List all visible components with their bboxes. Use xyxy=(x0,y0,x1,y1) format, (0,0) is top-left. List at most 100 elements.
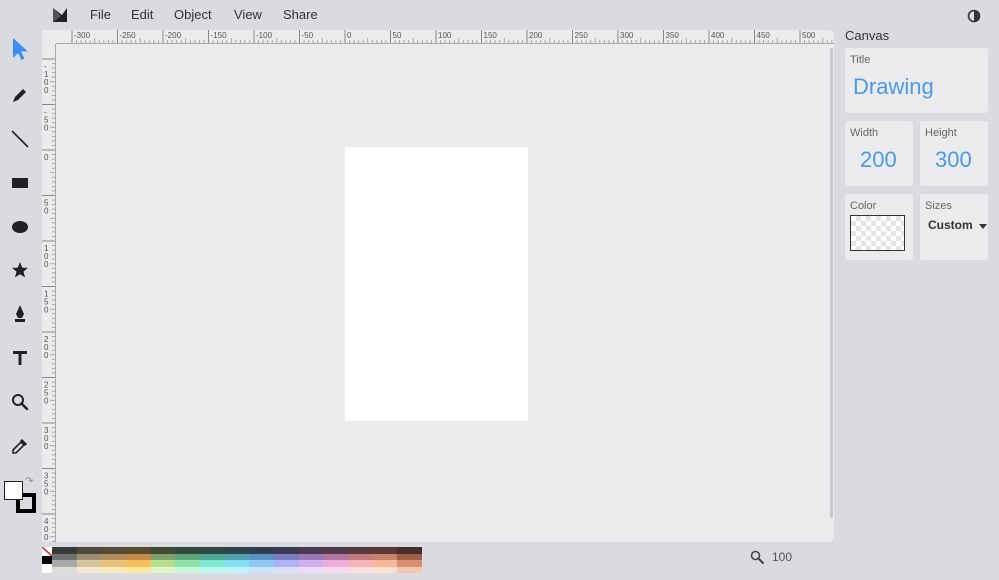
palette-swatch[interactable] xyxy=(298,566,324,573)
ellipse-icon xyxy=(12,221,28,233)
palette-swatch[interactable] xyxy=(372,566,398,573)
palette-column xyxy=(200,547,225,573)
color-card: Color xyxy=(845,194,913,260)
palette-column xyxy=(274,547,299,573)
eyedropper-tool[interactable] xyxy=(9,435,31,457)
color-palette xyxy=(42,547,423,573)
menu-share[interactable]: Share xyxy=(283,7,318,22)
ruler-x-label: -150 xyxy=(211,31,228,40)
ruler-x-label: 250 xyxy=(575,31,589,40)
palette-swatch[interactable] xyxy=(150,566,176,573)
cursor-arrow-icon xyxy=(13,38,28,60)
canvas-color-swatch[interactable] xyxy=(850,215,905,251)
zoom-tool[interactable] xyxy=(9,391,31,413)
ruler-x-label: 200 xyxy=(529,31,543,40)
palette-column xyxy=(150,547,176,573)
ruler-x-label: 350 xyxy=(666,31,680,40)
palette-swatch[interactable] xyxy=(348,566,373,573)
zoom-icon xyxy=(750,550,764,564)
palette-column xyxy=(52,547,77,573)
ruler-x-label: -200 xyxy=(165,31,182,40)
title-input[interactable]: Drawing xyxy=(853,74,934,100)
palette-swatches xyxy=(52,547,423,573)
ruler-y-label: 150 xyxy=(44,290,49,315)
rectangle-icon xyxy=(12,178,28,188)
app-logo-icon[interactable] xyxy=(52,7,68,23)
palette-swatch[interactable] xyxy=(76,566,102,573)
ruler-corner xyxy=(42,30,56,44)
pencil-icon xyxy=(13,89,26,102)
menu-edit[interactable]: Edit xyxy=(131,7,153,22)
ruler-x-label: 300 xyxy=(620,31,634,40)
ruler-y-label: 250 xyxy=(44,381,49,406)
width-card[interactable]: Width 200 xyxy=(845,121,913,186)
palette-swatch[interactable] xyxy=(249,566,275,573)
ruler-y-label: 0 xyxy=(44,153,49,162)
width-label: Width xyxy=(850,127,879,139)
ruler-x-label: 50 xyxy=(393,31,402,40)
ruler-y-label: -1 0 0 xyxy=(44,62,49,95)
vertical-scrollbar[interactable] xyxy=(830,48,833,518)
title-label: Title xyxy=(850,54,871,66)
title-card[interactable]: Title Drawing xyxy=(845,48,988,113)
contrast-icon[interactable] xyxy=(967,9,981,23)
chevron-down-icon xyxy=(978,223,987,229)
ruler-x-label: 450 xyxy=(757,31,771,40)
width-input[interactable]: 200 xyxy=(860,147,897,173)
sizes-value: Custom xyxy=(928,218,973,232)
palette-swatch[interactable] xyxy=(175,566,201,573)
zoom-value[interactable]: 100 xyxy=(772,550,792,564)
height-label: Height xyxy=(925,127,957,139)
palette-column xyxy=(224,547,250,573)
menu-view[interactable]: View xyxy=(234,7,262,22)
menu-object[interactable]: Object xyxy=(174,7,212,22)
drawing-workarea[interactable]: -300 -250 -200 -150 -100 -50 0 50 100 150 200 250 30… xyxy=(42,30,834,542)
line-tool[interactable] xyxy=(9,128,31,150)
palette-column xyxy=(298,547,324,573)
height-card[interactable]: Height 300 xyxy=(920,121,988,186)
palette-swatch[interactable] xyxy=(224,566,250,573)
palette-swatch[interactable] xyxy=(274,566,299,573)
star-tool[interactable] xyxy=(9,259,31,281)
ruler-x-label: -100 xyxy=(256,31,273,40)
eyedropper-icon xyxy=(12,439,27,454)
text-tool[interactable] xyxy=(9,347,31,369)
menu-file[interactable]: File xyxy=(90,7,111,22)
ruler-y-label: -5 0 xyxy=(44,108,49,133)
rectangle-tool[interactable] xyxy=(9,172,31,194)
palette-swatch[interactable] xyxy=(200,566,225,573)
pen-tool[interactable] xyxy=(9,303,31,325)
ruler-x-label: 100 xyxy=(438,31,452,40)
no-color-swatch[interactable] xyxy=(42,547,52,573)
palette-column xyxy=(126,547,151,573)
zoom-control[interactable]: 100 xyxy=(750,550,792,564)
ruler-x-label: 400 xyxy=(711,31,725,40)
sizes-dropdown[interactable]: Custom xyxy=(928,218,987,232)
palette-column xyxy=(101,547,127,573)
magnifier-icon xyxy=(12,394,29,411)
palette-column xyxy=(348,547,373,573)
vertical-ruler: -1 0 0 -5 0 0 5 0 1 0 0 1 5 0 2 0 0 2 5 0 3 0 0 3 5 0 4 0 0 xyxy=(42,44,56,542)
swap-colors-icon[interactable]: ↷ xyxy=(25,476,33,487)
select-tool[interactable] xyxy=(9,38,31,60)
sizes-card: Sizes Custom xyxy=(920,194,988,260)
star-icon xyxy=(12,262,28,278)
palette-swatch[interactable] xyxy=(397,566,423,573)
pencil-tool[interactable] xyxy=(9,84,31,106)
palette-swatch[interactable] xyxy=(126,566,151,573)
ruler-y-label: 300 xyxy=(44,426,49,451)
ruler-y-label: 100 xyxy=(44,244,49,269)
ruler-x-label: -300 xyxy=(74,31,91,40)
ruler-x-label: 150 xyxy=(484,31,498,40)
sizes-label: Sizes xyxy=(925,200,952,212)
canvas-page[interactable] xyxy=(345,147,528,421)
palette-swatch[interactable] xyxy=(323,566,349,573)
palette-column xyxy=(372,547,398,573)
height-input[interactable]: 300 xyxy=(935,147,972,173)
palette-swatch[interactable] xyxy=(101,566,127,573)
fill-color-swatch[interactable] xyxy=(4,481,23,500)
horizontal-ruler: -300 -250 -200 -150 -100 -50 0 50 100 150 200 250 30… xyxy=(56,30,834,44)
ellipse-tool[interactable] xyxy=(9,216,31,238)
palette-swatch[interactable] xyxy=(52,566,77,573)
ruler-x-label: 500 xyxy=(802,31,816,40)
